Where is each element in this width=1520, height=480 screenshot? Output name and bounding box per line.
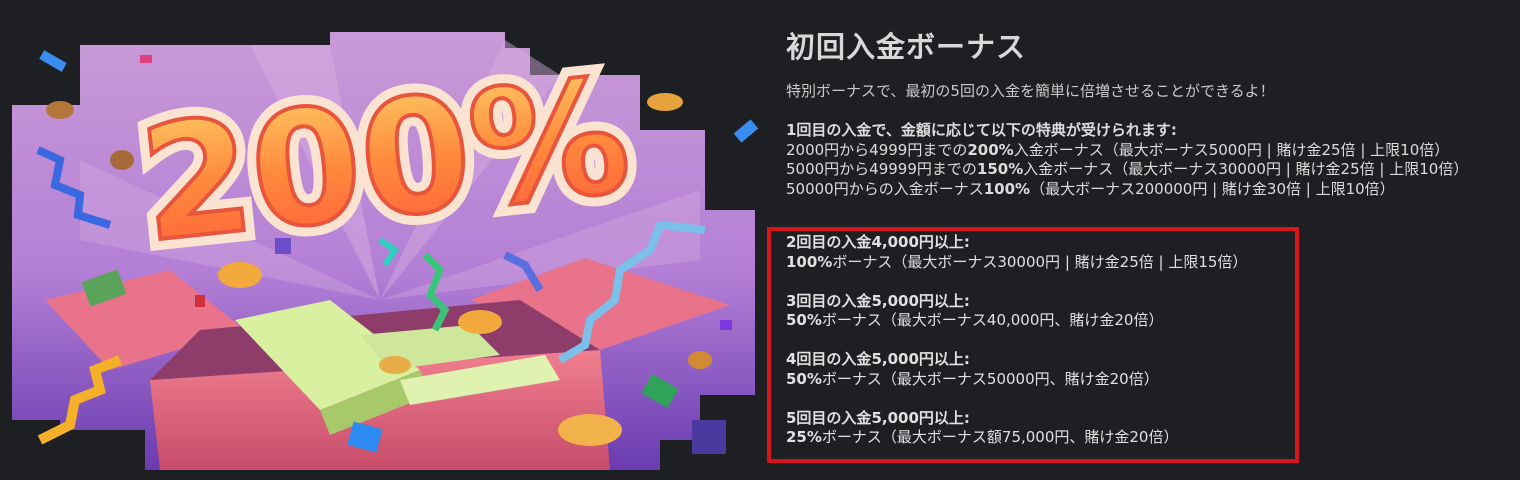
subtitle: 特別ボーナスで、最初の5回の入金を簡単に倍増させることができるよ！	[786, 82, 1275, 100]
subsequent-deposits-list: 2回目の入金4,000円以上: 100%ボーナス（最大ボーナス30000円 | …	[786, 233, 1306, 467]
deposit-item-3: 3回目の入金5,000円以上: 50%ボーナス（最大ボーナス40,000円、賭け…	[786, 292, 1306, 331]
first-deposit-tier: 50000円からの入金ボーナス100%（最大ボーナス200000円 | 賭け金3…	[786, 179, 1395, 198]
first-deposit-tier: 2000円から4999円までの200%入金ボーナス（最大ボーナス5000円 | …	[786, 140, 1450, 159]
deposit-heading: 5回目の入金5,000円以上:	[786, 408, 970, 427]
deposit-detail: 50%ボーナス（最大ボーナス50000円、賭け金20倍）	[786, 369, 1159, 388]
deposit-detail: 50%ボーナス（最大ボーナス40,000円、賭け金20倍）	[786, 311, 1164, 329]
page-title: 初回入金ボーナス	[786, 30, 1027, 64]
deposit-detail: 25%ボーナス（最大ボーナス額75,000円、賭け金20倍）	[786, 428, 1179, 446]
first-deposit-section: 1回目の入金で、金額に応じて以下の特典が受けられます: 2000円から4999円…	[786, 121, 1516, 199]
promo-banner: 200% 200%	[0, 0, 770, 480]
deposit-item-2: 2回目の入金4,000円以上: 100%ボーナス（最大ボーナス30000円 | …	[786, 233, 1306, 272]
deposit-detail: 100%ボーナス（最大ボーナス30000円 | 賭け金25倍 | 上限15倍）	[786, 252, 1248, 271]
bonus-info: 初回入金ボーナス 特別ボーナスで、最初の5回の入金を簡単に倍増させることができる…	[786, 24, 1516, 199]
deposit-item-5: 5回目の入金5,000円以上: 25%ボーナス（最大ボーナス額75,000円、賭…	[786, 409, 1306, 448]
deposit-item-4: 4回目の入金5,000円以上: 50%ボーナス（最大ボーナス50000円、賭け金…	[786, 350, 1306, 389]
first-deposit-heading: 1回目の入金で、金額に応じて以下の特典が受けられます:	[786, 121, 1177, 139]
deposit-heading: 4回目の入金5,000円以上:	[786, 350, 970, 368]
promo-banner-art: 200% 200%	[12, 32, 759, 470]
deposit-heading: 3回目の入金5,000円以上:	[786, 291, 970, 310]
first-deposit-tier: 5000円から49999円までの150%入金ボーナス（最大ボーナス30000円 …	[786, 160, 1469, 178]
deposit-heading: 2回目の入金4,000円以上:	[786, 233, 970, 251]
